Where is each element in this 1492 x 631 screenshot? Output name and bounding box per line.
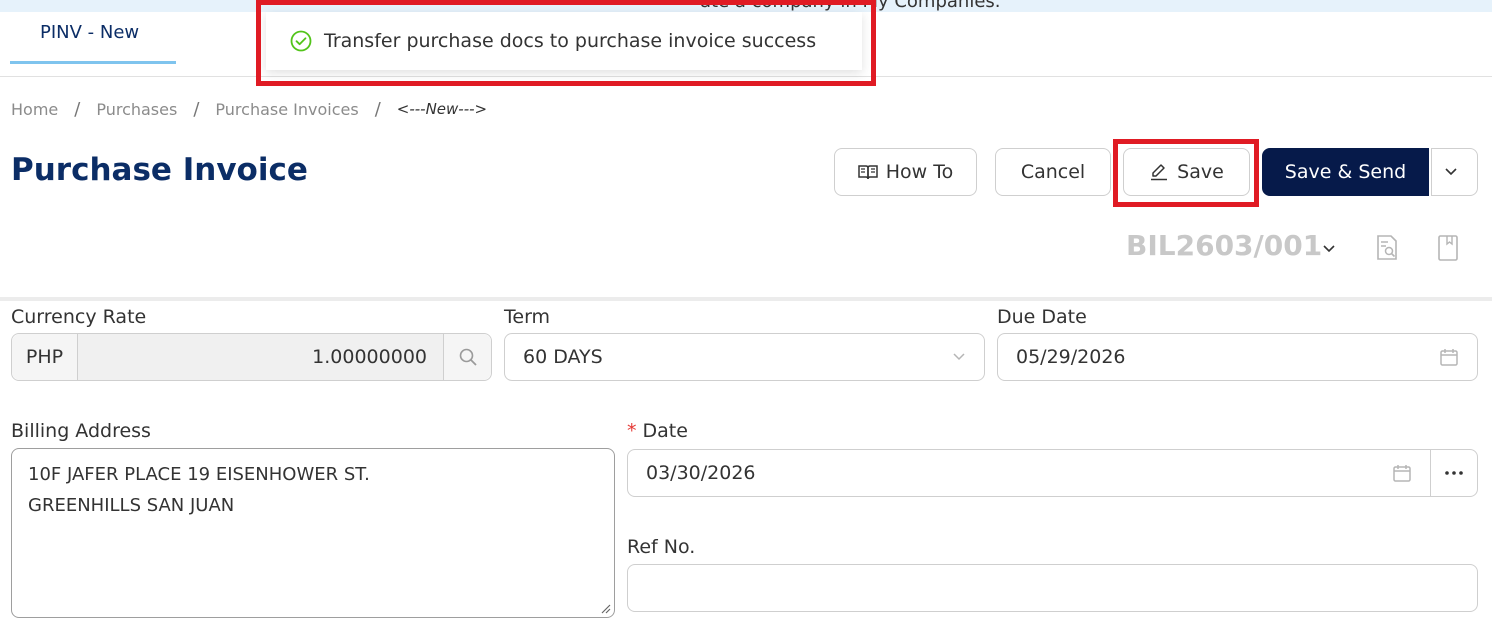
due-date-label: Due Date [997,306,1087,328]
breadcrumb-separator: / [74,98,81,120]
billing-address-line-2: GREENHILLS SAN JUAN [28,495,235,516]
more-actions-dropdown[interactable] [1431,148,1478,196]
ref-no-label: Ref No. [627,536,696,558]
currency-code[interactable]: PHP [12,334,78,380]
bookmark-icon [1438,235,1458,261]
breadcrumb-current: <---New---> [396,100,488,118]
notification-banner: ate a company in My Companies. [0,0,1492,12]
due-date-field[interactable]: 05/29/2026 [997,333,1478,381]
billing-address-textarea[interactable]: 10F JAFER PLACE 19 EISENHOWER ST. GREENH… [11,448,615,618]
page-title: Purchase Invoice [11,152,308,188]
chevron-down-icon [1323,245,1335,253]
term-value: 60 DAYS [523,346,603,368]
breadcrumb-purchase-invoices[interactable]: Purchase Invoices [215,100,358,119]
term-select[interactable]: 60 DAYS [504,333,985,381]
tab-pinv-new[interactable]: PINV - New [10,12,176,64]
save-and-send-label: Save & Send [1284,161,1407,183]
save-and-send-button[interactable]: Save & Send [1262,148,1429,196]
currency-search-button[interactable] [443,334,491,380]
currency-rate-field: PHP 1.00000000 [11,333,492,381]
breadcrumb-home[interactable]: Home [11,100,58,119]
currency-rate-label: Currency Rate [11,306,147,328]
bookmark-button[interactable] [1435,233,1461,263]
breadcrumb-purchases[interactable]: Purchases [96,100,177,119]
required-mark: * [627,420,637,442]
pencil-icon [1151,164,1168,181]
date-value: 03/30/2026 [646,462,756,484]
billing-address-label: Billing Address [11,420,151,442]
billing-address-line-1: 10F JAFER PLACE 19 EISENHOWER ST. [28,464,370,485]
save-button[interactable]: Save [1123,148,1250,196]
due-date-value: 05/29/2026 [1016,346,1126,368]
date-field[interactable]: 03/30/2026 [627,449,1431,497]
breadcrumb-separator: / [193,98,200,120]
cancel-button[interactable]: Cancel [995,148,1111,196]
save-label: Save [1177,161,1224,183]
check-circle-icon [290,30,312,52]
how-to-label: How To [885,161,954,183]
toast-message: Transfer purchase docs to purchase invoi… [324,30,817,52]
resize-handle-icon[interactable] [599,602,611,614]
success-toast: Transfer purchase docs to purchase invoi… [266,12,862,70]
book-icon [858,165,878,180]
calendar-icon [1440,349,1458,366]
ellipsis-icon [1445,471,1463,475]
currency-rate-input[interactable]: 1.00000000 [78,334,443,380]
chevron-down-icon [953,353,965,361]
date-more-options-button[interactable] [1430,449,1478,497]
breadcrumb: Home / Purchases / Purchase Invoices / <… [11,96,487,122]
document-number-dropdown[interactable] [1318,239,1340,259]
date-label-text: Date [642,420,688,442]
preview-document-button[interactable] [1374,233,1400,263]
chevron-down-icon [1444,168,1457,176]
document-search-icon [1377,235,1397,260]
date-label: * Date [627,420,688,442]
search-icon [459,348,477,366]
banner-text: ate a company in My Companies. [700,0,1001,12]
breadcrumb-separator: / [374,98,381,120]
document-number: BIL2603/001 [1126,229,1323,262]
calendar-icon [1393,465,1411,482]
term-label: Term [504,306,551,328]
ref-no-input[interactable] [627,564,1478,612]
how-to-button[interactable]: How To [834,148,977,196]
section-divider [0,297,1492,301]
cancel-label: Cancel [1020,161,1086,183]
